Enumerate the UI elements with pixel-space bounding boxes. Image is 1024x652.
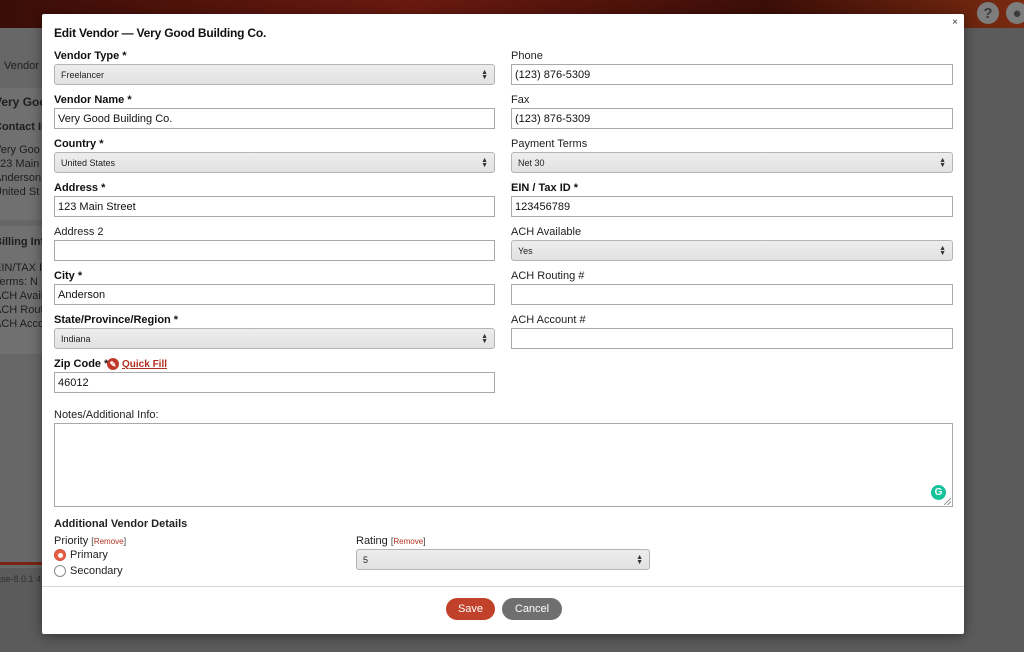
address-label: Address * xyxy=(54,182,106,194)
zip-code-label: Zip Code * xyxy=(54,358,109,370)
ach-account-label: ACH Account # xyxy=(511,314,586,326)
address2-input[interactable] xyxy=(54,240,495,261)
phone-input[interactable]: (123) 876-5309 xyxy=(511,64,953,85)
city-input[interactable]: Anderson xyxy=(54,284,495,305)
phone-label: Phone xyxy=(511,50,543,62)
state-value: Indiana xyxy=(61,333,91,344)
background-footer-bar xyxy=(0,562,44,565)
ach-available-select[interactable]: Yes ▲ ▼ xyxy=(511,240,953,261)
background-billing-card: Billing Info EIN/TAX I Terms: N ACH Avai… xyxy=(0,226,51,354)
address-input[interactable]: 123 Main Street xyxy=(54,196,495,217)
background-address-line: Very Goo xyxy=(0,144,40,156)
priority-label-group: Priority [Remove] xyxy=(54,535,127,547)
background-billing-line: EIN/TAX I xyxy=(0,262,43,274)
background-billing-line: Terms: N xyxy=(0,276,38,288)
state-label: State/Province/Region * xyxy=(54,314,179,326)
cancel-button[interactable]: Cancel xyxy=(502,598,562,620)
background-contact-card: Very Good Contact In Very Goo 123 Main A… xyxy=(0,88,54,220)
user-account-icon[interactable]: ● xyxy=(1006,2,1024,24)
ach-available-label: ACH Available xyxy=(511,226,582,238)
select-arrows-icon: ▲ ▼ xyxy=(939,156,946,169)
fax-label: Fax xyxy=(511,94,530,106)
country-value: United States xyxy=(61,157,116,168)
background-vendor-panel: Vendor Very Good Contact In Very Goo 123… xyxy=(0,28,54,568)
ach-routing-input[interactable] xyxy=(511,284,953,305)
select-arrows-icon: ▲ ▼ xyxy=(636,553,643,566)
close-icon[interactable]: × xyxy=(952,18,958,28)
country-label: Country * xyxy=(54,138,104,150)
priority-option-secondary[interactable]: Secondary xyxy=(54,565,123,577)
priority-option-label: Secondary xyxy=(70,565,123,577)
select-arrows-icon: ▲ ▼ xyxy=(481,332,488,345)
background-vendor-tab: Vendor xyxy=(4,60,39,72)
background-address-line: 123 Main xyxy=(0,158,40,170)
quick-fill-link[interactable]: Quick Fill xyxy=(122,359,167,370)
vendor-type-label: Vendor Type * xyxy=(54,50,127,62)
zip-code-input[interactable]: 46012 xyxy=(54,372,495,393)
payment-terms-value: Net 30 xyxy=(518,157,545,168)
background-version-text: ase-8.0.1 4 xyxy=(0,574,42,584)
rating-label: Rating xyxy=(356,535,388,547)
notes-label: Notes/Additional Info: xyxy=(54,409,159,421)
background-address-line: Anderson xyxy=(0,172,42,184)
country-select[interactable]: United States ▲ ▼ xyxy=(54,152,495,173)
fax-input[interactable]: (123) 876-5309 xyxy=(511,108,953,129)
priority-label: Priority xyxy=(54,535,89,547)
payment-terms-select[interactable]: Net 30 ▲ ▼ xyxy=(511,152,953,173)
modal-title: Edit Vendor — Very Good Building Co. xyxy=(54,26,267,40)
ach-account-input[interactable] xyxy=(511,328,953,349)
vendor-type-value: Freelancer xyxy=(61,69,105,80)
priority-option-primary[interactable]: Primary xyxy=(54,549,108,561)
help-icon[interactable]: ? xyxy=(977,2,999,24)
rating-label-group: Rating [Remove] xyxy=(356,535,426,547)
ach-available-value: Yes xyxy=(518,245,533,256)
ein-input[interactable]: 123456789 xyxy=(511,196,953,217)
ach-routing-label: ACH Routing # xyxy=(511,270,585,282)
vendor-name-input[interactable]: Very Good Building Co. xyxy=(54,108,495,129)
resize-handle-icon[interactable] xyxy=(944,498,951,505)
select-arrows-icon: ▲ ▼ xyxy=(939,244,946,257)
select-arrows-icon: ▲ ▼ xyxy=(481,68,488,81)
rating-select[interactable]: 5 ▲ ▼ xyxy=(356,549,650,570)
vendor-type-select[interactable]: Freelancer ▲ ▼ xyxy=(54,64,495,85)
quick-fill-icon[interactable]: ✎ xyxy=(107,358,119,370)
vendor-name-label: Vendor Name * xyxy=(54,94,132,106)
state-select[interactable]: Indiana ▲ ▼ xyxy=(54,328,495,349)
background-billing-line: ACH Avail xyxy=(0,290,44,302)
notes-textarea[interactable]: G xyxy=(54,423,953,507)
rating-remove-link[interactable]: Remove xyxy=(393,537,423,546)
rating-value: 5 xyxy=(363,554,369,565)
radio-unselected-icon[interactable] xyxy=(54,565,66,577)
background-contact-header: Contact In xyxy=(0,121,48,133)
ein-label: EIN / Tax ID * xyxy=(511,182,579,194)
select-arrows-icon: ▲ ▼ xyxy=(481,156,488,169)
save-button[interactable]: Save xyxy=(446,598,495,620)
address2-label: Address 2 xyxy=(54,226,104,238)
additional-details-title: Additional Vendor Details xyxy=(54,518,188,530)
background-billing-line: ACH Rout xyxy=(0,304,44,316)
edit-vendor-modal: Edit Vendor — Very Good Building Co. × V… xyxy=(42,14,964,634)
background-address-line: United St xyxy=(0,186,40,198)
footer-divider xyxy=(42,586,964,587)
priority-remove-link[interactable]: Remove xyxy=(94,537,124,546)
radio-selected-icon[interactable] xyxy=(54,549,66,561)
priority-option-label: Primary xyxy=(70,549,108,561)
payment-terms-label: Payment Terms xyxy=(511,138,588,150)
city-label: City * xyxy=(54,270,83,282)
